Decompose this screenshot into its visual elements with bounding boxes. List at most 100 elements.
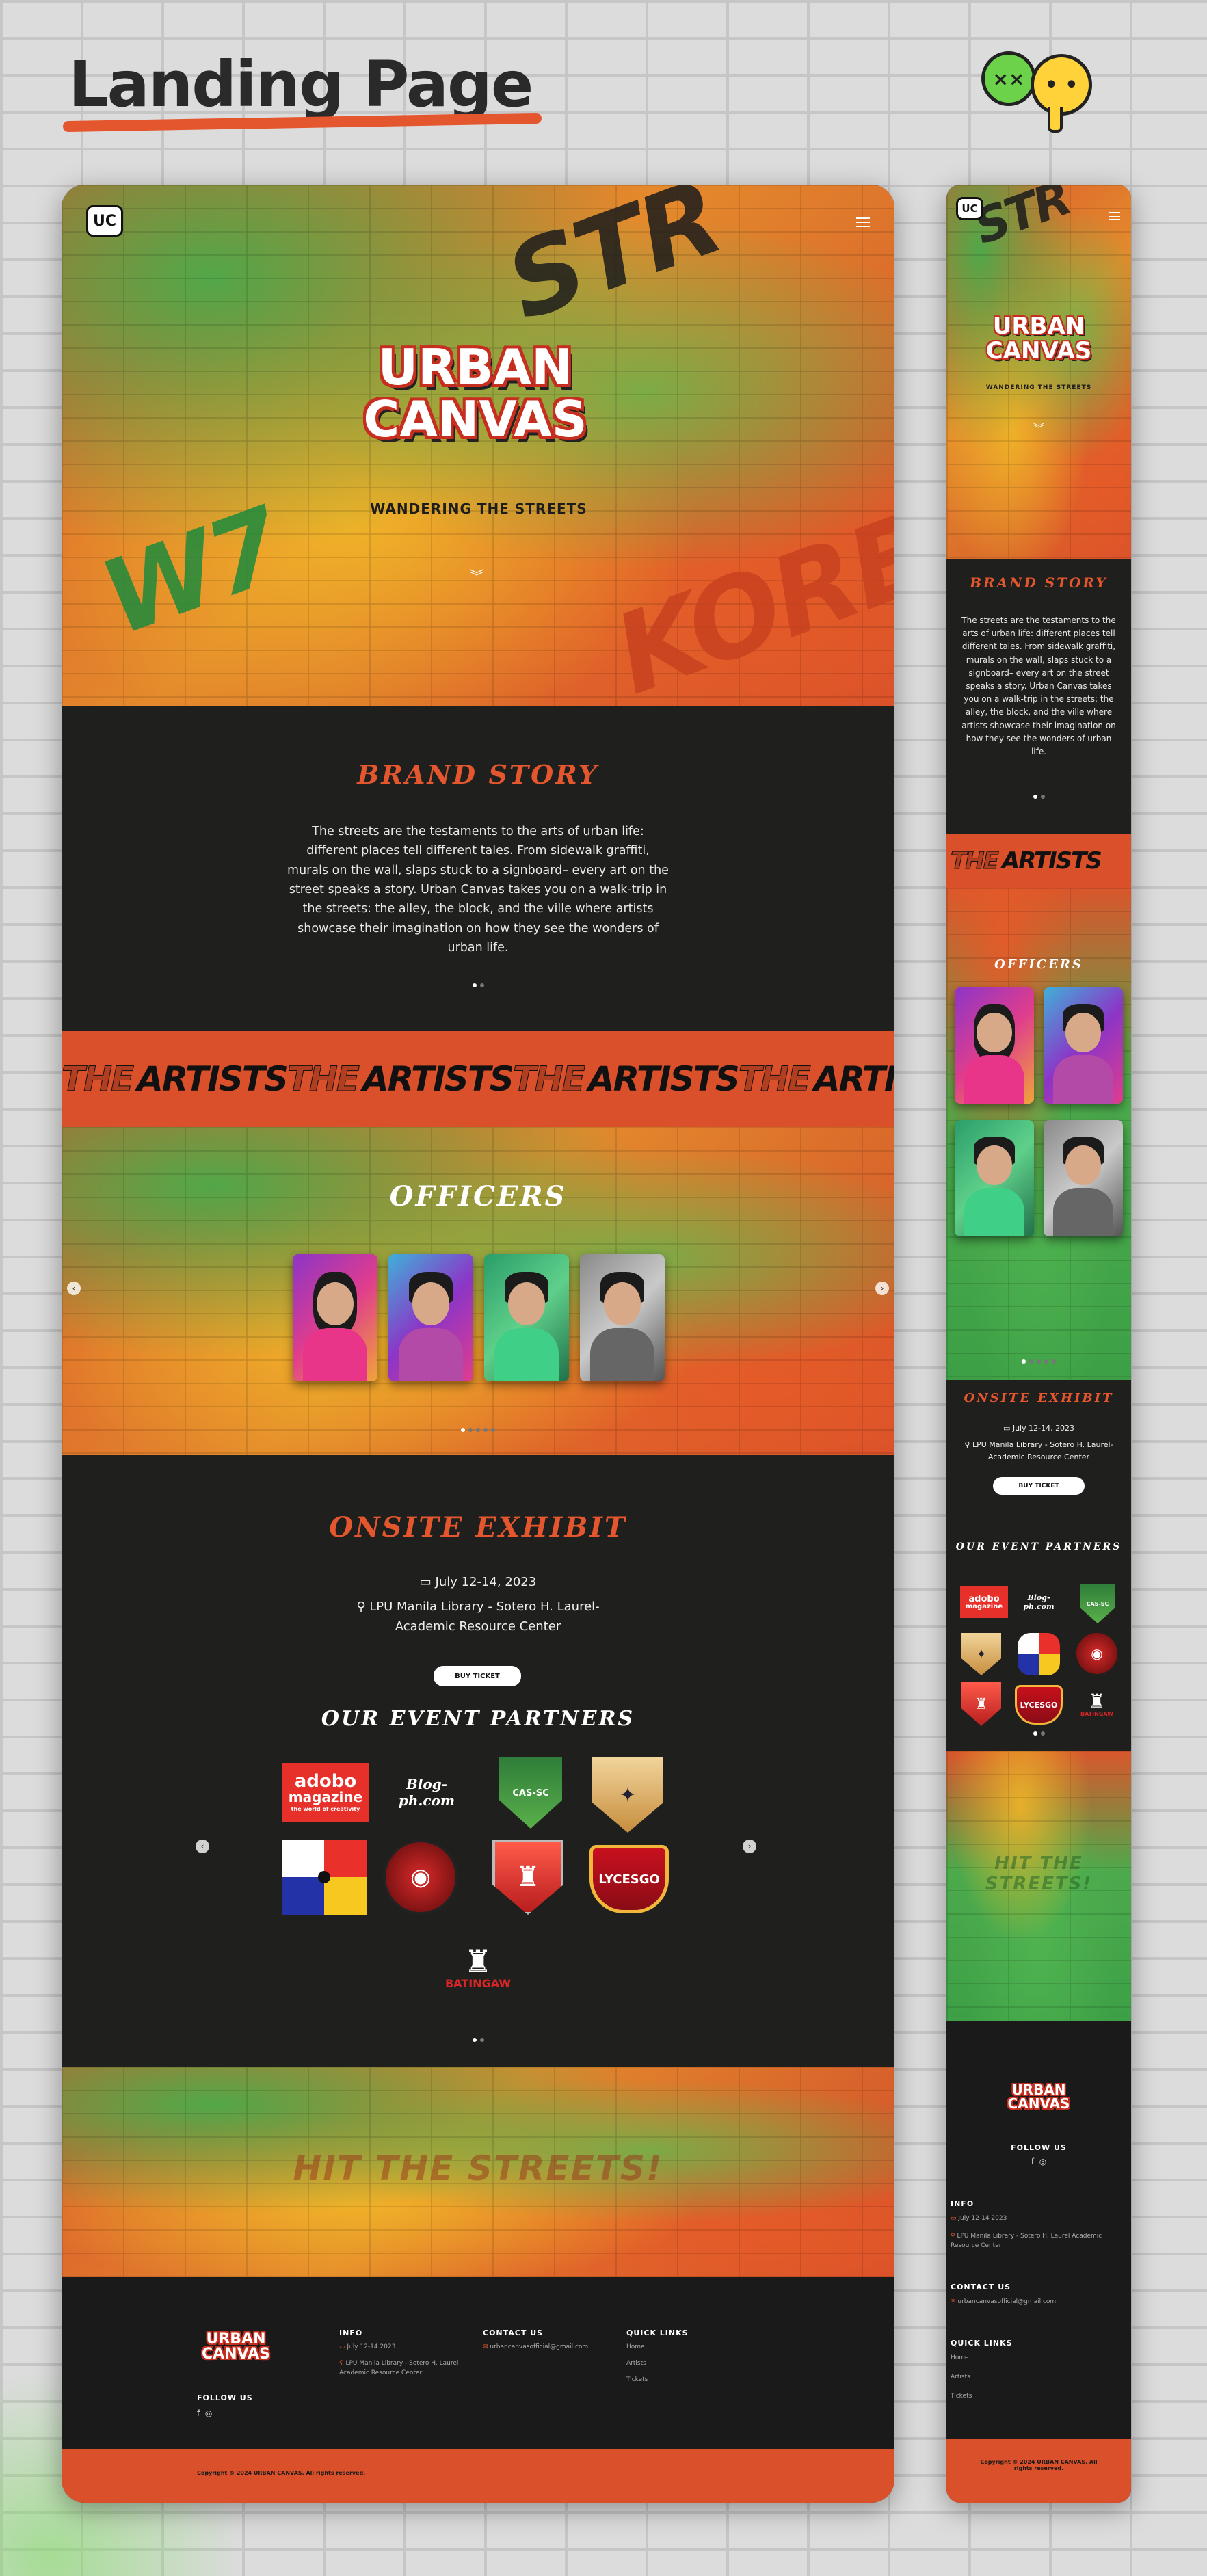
mobile-hit-the-streets-tag: HIT THE STREETS! xyxy=(985,1853,1093,1894)
bell-tower-icon: ♜ xyxy=(1088,1689,1106,1712)
footer-link-artists[interactable]: Artists xyxy=(626,2359,646,2369)
instagram-icon[interactable]: ◎ xyxy=(205,2408,212,2418)
hamburger-menu-icon[interactable] xyxy=(856,217,870,227)
mobile-partner-logo-blog-ph[interactable]: Blog-ph.com xyxy=(1015,1586,1063,1618)
officer-face xyxy=(603,1282,641,1326)
instagram-icon[interactable]: ◎ xyxy=(1039,2157,1046,2166)
mobile-site-logo[interactable]: UC xyxy=(956,197,983,220)
mobile-partner-logo-pinwheel[interactable] xyxy=(1018,1633,1060,1675)
footer-info-title: INFO xyxy=(339,2328,363,2337)
brand-story-text: The streets are the testaments to the ar… xyxy=(287,825,669,955)
footer-social-links: f ◎ xyxy=(197,2407,212,2419)
mobile-buy-ticket-button[interactable]: BUY TICKET xyxy=(993,1477,1085,1495)
mobile-partner-logo-red-shield[interactable]: ♜ xyxy=(961,1682,1001,1726)
partner-logo-pinwheel[interactable] xyxy=(282,1840,367,1915)
dizzy-smiley-icon: ×× xyxy=(981,51,1036,106)
exhibit-venue-line2: Academic Resource Center xyxy=(395,1619,561,1634)
footer-info-venue: ⚲ LPU Manila Library - Sotero H. Laurel … xyxy=(339,2359,462,2378)
mobile-brand-story-pagination[interactable] xyxy=(946,795,1131,799)
exhibit-venue: ⚲ LPU Manila Library - Sotero H. Laurel-… xyxy=(62,1597,894,1637)
partners-next-arrow[interactable]: › xyxy=(743,1840,756,1853)
officers-next-arrow[interactable]: › xyxy=(875,1282,889,1295)
officer-face xyxy=(507,1282,546,1326)
footer-link-tickets[interactable]: Tickets xyxy=(626,2376,648,2385)
mobile-footer-contact-email[interactable]: ✉ urbancanvasofficial@gmail.com xyxy=(951,2298,1056,2307)
melting-smiley-icon: • • xyxy=(1031,54,1092,133)
partner-logo-crest[interactable]: ✦ xyxy=(592,1757,663,1833)
copyright-text: Copyright © 2024 URBAN CANVAS. All right… xyxy=(197,2470,366,2476)
scroll-down-icon[interactable]: ︾ xyxy=(466,570,487,585)
partner-logo-red-shield[interactable]: ♜ xyxy=(492,1840,563,1915)
mobile-footer-link-artists[interactable]: Artists xyxy=(951,2373,970,2382)
footer-link-home[interactable]: Home xyxy=(626,2343,645,2352)
officers-section: OFFICERS ‹ › xyxy=(62,1127,894,1455)
site-logo[interactable]: UC xyxy=(86,205,123,237)
mobile-partner-logo-crest[interactable]: ✦ xyxy=(961,1633,1001,1675)
mobile-partner-adobo-line1: adobo xyxy=(968,1593,1000,1604)
mobile-officers-pagination[interactable] xyxy=(946,1359,1131,1364)
mobile-partner-logo-camera-club[interactable]: ◉ xyxy=(1076,1633,1117,1674)
mobile-onsite-exhibit-title: ONSITE EXHIBIT xyxy=(964,1391,1114,1405)
officer-outfit xyxy=(964,1187,1025,1236)
mobile-brand-story-text: The streets are the testaments to the ar… xyxy=(961,615,1116,756)
footer-contact-email[interactable]: ✉ urbancanvasofficial@gmail.com xyxy=(483,2343,588,2352)
mobile-partner-logo-batingaw[interactable]: ♜ BATINGAW xyxy=(1074,1682,1120,1726)
mobile-exhibit-venue-text: LPU Manila Library - Sotero H. Laurel-Ac… xyxy=(972,1440,1113,1461)
mobile-artists-banner: THE ARTISTS xyxy=(946,834,1131,888)
mobile-footer-info-title: INFO xyxy=(951,2199,974,2208)
mobile-officer-card[interactable] xyxy=(1044,1120,1123,1236)
brand-story-pagination[interactable] xyxy=(62,983,894,987)
partner-pinwheel-center xyxy=(318,1871,330,1883)
officer-card[interactable] xyxy=(293,1254,377,1381)
artists-banner-word: THEARTISTS xyxy=(951,847,1102,875)
partner-logo-batingaw[interactable]: ♜ BATINGAW xyxy=(438,1930,518,2005)
mobile-footer-contact-title: CONTACT US xyxy=(951,2283,1011,2292)
facebook-icon[interactable]: f xyxy=(197,2408,200,2418)
footer-logo[interactable]: URBAN CANVAS xyxy=(198,2332,274,2362)
partner-logo-blog-ph[interactable]: Blog-ph.com xyxy=(383,1763,470,1822)
officer-card[interactable] xyxy=(388,1254,473,1381)
mobile-officer-card[interactable] xyxy=(1044,987,1123,1104)
mobile-partner-logo-lycesgo[interactable]: LYCESGO xyxy=(1015,1685,1063,1725)
officer-outfit xyxy=(589,1327,655,1381)
mobile-officers-section: OFFICERS xyxy=(946,888,1131,1380)
hit-the-streets-tag: HIT THE STREETS! xyxy=(293,2149,663,2188)
officer-face xyxy=(316,1282,354,1326)
officers-pagination[interactable] xyxy=(62,1428,894,1432)
officer-card[interactable] xyxy=(580,1254,665,1381)
mobile-footer-link-tickets[interactable]: Tickets xyxy=(951,2392,972,2402)
officer-card[interactable] xyxy=(484,1254,569,1381)
mobile-officer-card[interactable] xyxy=(955,1120,1034,1236)
partners-prev-arrow[interactable]: ‹ xyxy=(196,1840,209,1853)
officer-face xyxy=(977,1013,1012,1053)
mobile-hamburger-menu-icon[interactable] xyxy=(1109,212,1120,220)
mobile-hero-section: STR UC URBAN CANVAS WANDERING THE STREET… xyxy=(946,185,1131,559)
mobile-partner-logo-adobo[interactable]: adobo magazine xyxy=(960,1586,1008,1618)
facebook-icon[interactable]: f xyxy=(1031,2157,1034,2166)
hero-tagline: WANDERING THE STREETS xyxy=(370,501,587,517)
mobile-exhibit-date-text: July 12-14, 2023 xyxy=(1012,1424,1075,1433)
partner-logo-lycesgo[interactable]: LYCESGO xyxy=(589,1845,669,1913)
mobile-footer-link-home[interactable]: Home xyxy=(951,2354,969,2363)
officer-outfit xyxy=(964,1054,1025,1104)
partner-batingaw-text: BATINGAW xyxy=(445,1976,512,1990)
mobile-scroll-down-icon[interactable]: ︾ xyxy=(1029,423,1049,434)
copyright-bar: Copyright © 2024 URBAN CANVAS. All right… xyxy=(62,2449,894,2503)
partner-logo-cas-sc[interactable]: CAS-SC xyxy=(499,1757,562,1829)
mobile-partner-logo-cas-sc[interactable]: CAS-SC xyxy=(1080,1584,1115,1623)
mobile-footer-info-venue: ⚲ LPU Manila Library - Sotero H. Laurel … xyxy=(951,2232,1122,2250)
partners-pagination[interactable] xyxy=(62,2038,894,2042)
mobile-officer-card[interactable] xyxy=(955,987,1034,1104)
partner-logo-adobo[interactable]: adobo magazine the world of creativity xyxy=(282,1763,369,1822)
footer-info-venue-text: LPU Manila Library - Sotero H. Laurel Ac… xyxy=(339,2360,459,2376)
officers-prev-arrow[interactable]: ‹ xyxy=(67,1282,81,1295)
email-icon: ✉ xyxy=(483,2343,490,2350)
calendar-icon: ▭ xyxy=(1003,1424,1013,1433)
mobile-footer-logo-line2: CANVAS xyxy=(1007,2095,1070,2112)
mobile-partners-pagination[interactable] xyxy=(946,1731,1131,1736)
mobile-partner-adobo-line2: magazine xyxy=(965,1602,1003,1610)
buy-ticket-button[interactable]: BUY TICKET xyxy=(434,1666,521,1686)
footer-info-date-text: July 12-14 2023 xyxy=(347,2343,396,2350)
mobile-footer-logo[interactable]: URBAN CANVAS xyxy=(1001,2083,1076,2110)
partner-logo-camera-club[interactable]: ◉ xyxy=(383,1840,458,1915)
